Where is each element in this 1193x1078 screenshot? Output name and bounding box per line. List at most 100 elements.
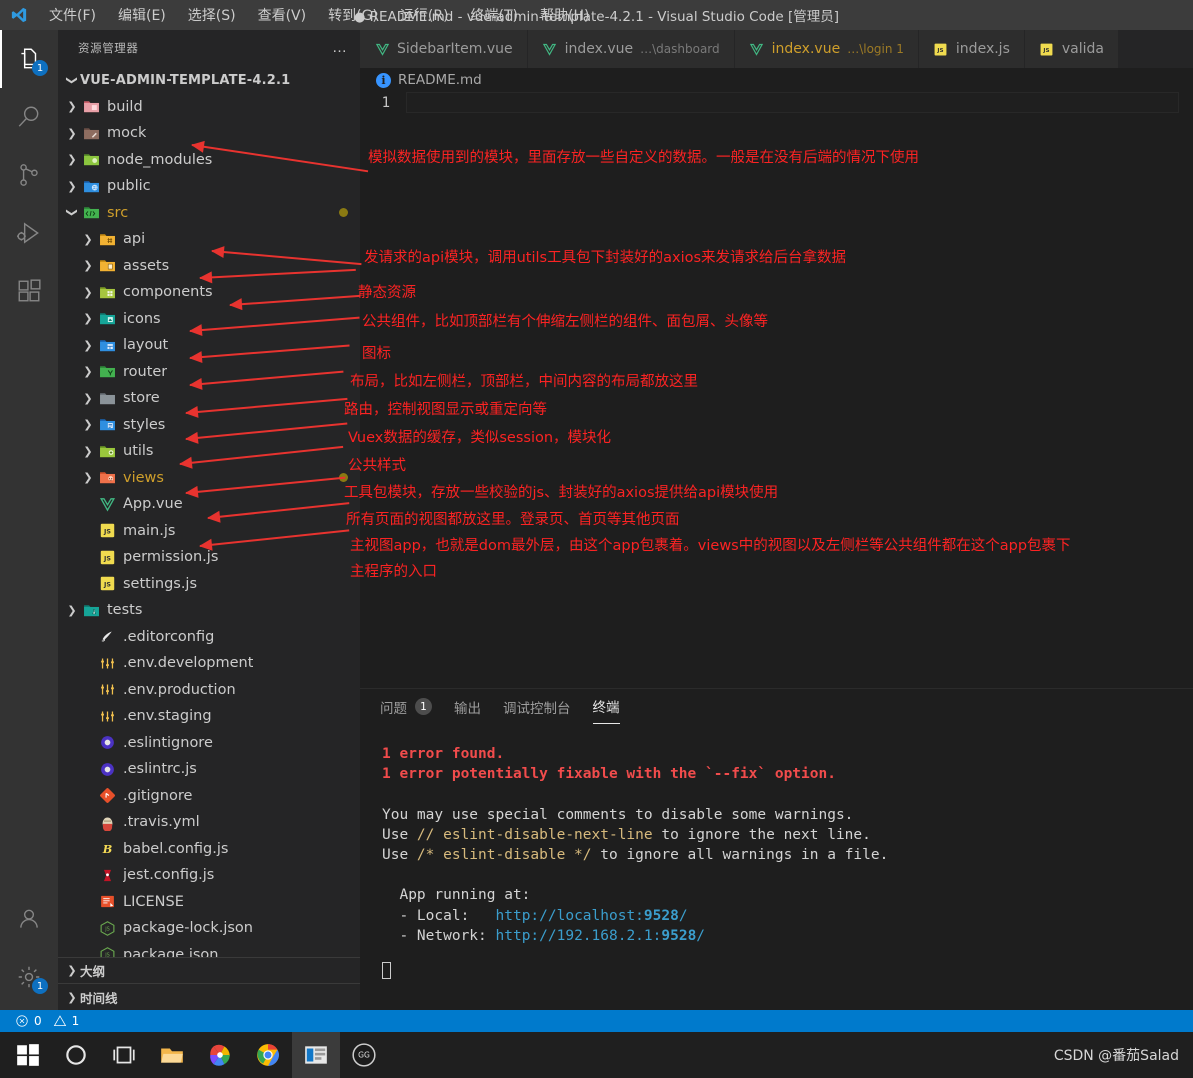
activity-source-control[interactable] [0, 146, 58, 204]
tree-folder-utils[interactable]: ❯ utils [58, 438, 360, 465]
tab-name: SidebarItem.vue [397, 41, 513, 57]
activity-accounts[interactable] [0, 890, 58, 948]
activity-run-debug[interactable] [0, 204, 58, 262]
tree-folder-components[interactable]: ❯ components [58, 279, 360, 306]
tree-item-label: assets [123, 257, 170, 274]
menu-file[interactable]: 文件(F) [38, 2, 107, 28]
csdn-watermark: CSDN @番茄Salad [1053, 1048, 1179, 1064]
chevron-right-icon: ❯ [67, 126, 77, 140]
tree-folder-public[interactable]: ❯ public [58, 173, 360, 200]
tree-file--env-production[interactable]: ❯.env.production [58, 677, 360, 704]
activity-extensions[interactable] [0, 262, 58, 320]
tree-folder-icons[interactable]: ❯ icons [58, 306, 360, 333]
status-problems[interactable]: 0 1 [10, 1014, 84, 1028]
menu-terminal[interactable]: 终端(T) [460, 2, 529, 28]
file-explorer-icon[interactable] [148, 1032, 196, 1078]
tree-file-package-lock-json[interactable]: ❯JSpackage-lock.json [58, 915, 360, 942]
menu-run[interactable]: 运行(R) [389, 2, 460, 28]
editor-tab-sidebaritem-vue-0[interactable]: SidebarItem.vue [360, 30, 528, 68]
tree-folder-store[interactable]: ❯ store [58, 385, 360, 412]
eslint-icon [96, 761, 118, 778]
folder-router-icon [96, 363, 118, 380]
tree-folder-assets[interactable]: ❯ assets [58, 253, 360, 280]
tree-folder-layout[interactable]: ❯ layout [58, 332, 360, 359]
breadcrumb[interactable]: i README.md [360, 68, 1193, 92]
tree-item-label: components [123, 284, 213, 301]
tree-folder-mock[interactable]: ❯ mock [58, 120, 360, 147]
file-tree[interactable]: ❯ VUE-ADMIN-TEMPLATE-4.2.1 ❯ build ❯ mock ❯ n… [58, 65, 360, 957]
editor-tab-index-vue-2[interactable]: index.vue …\login 1 [734, 30, 919, 68]
folder-assets-icon [96, 257, 118, 274]
tree-folder-build[interactable]: ❯ build [58, 94, 360, 121]
tree-file--env-staging[interactable]: ❯.env.staging [58, 703, 360, 730]
panel-tab-0[interactable]: 问题 1 [380, 689, 432, 724]
menu-bar[interactable]: 文件(F) 编辑(E) 选择(S) 查看(V) 转到(G) 运行(R) 终端(T… [38, 2, 600, 28]
tree-file-package-json[interactable]: ❯JSpackage.json [58, 942, 360, 957]
editorconfig-icon [96, 628, 118, 645]
panel-tab-2[interactable]: 调试控制台 [503, 689, 571, 724]
outline-section[interactable]: ❯ 大纲 [58, 956, 360, 984]
cortana-search-icon[interactable] [52, 1032, 100, 1078]
chrome-browser-icon[interactable] [244, 1032, 292, 1078]
menu-go[interactable]: 转到(G) [317, 2, 389, 28]
terminal-cursor[interactable] [382, 962, 1193, 982]
terminal-segment: to ignore all warnings in a file. [591, 847, 889, 864]
tree-file-permission-js[interactable]: ❯JSpermission.js [58, 544, 360, 571]
tree-file-jest-config-js[interactable]: ❯jest.config.js [58, 862, 360, 889]
tree-file--travis-yml[interactable]: ❯.travis.yml [58, 809, 360, 836]
tree-file-babel-config-js[interactable]: ❯Bbabel.config.js [58, 836, 360, 863]
gg-app-icon[interactable]: GG [340, 1032, 388, 1078]
chevron-right-icon: ❯ [67, 100, 77, 114]
menu-help[interactable]: 帮助(H) [529, 2, 600, 28]
chevron-right-icon: ❯ [67, 179, 77, 193]
vscode-window: 文件(F) 编辑(E) 选择(S) 查看(V) 转到(G) 运行(R) 终端(T… [0, 0, 1193, 1078]
folder-build-icon [80, 98, 102, 115]
tree-file-app-vue[interactable]: ❯App.vue [58, 491, 360, 518]
terminal-line: 1 error potentially fixable with the `--… [382, 764, 1193, 784]
tree-file-settings-js[interactable]: ❯JSsettings.js [58, 571, 360, 598]
menu-selection[interactable]: 选择(S) [177, 2, 247, 28]
editor-tab-index-js-3[interactable]: JS index.js [918, 30, 1025, 68]
tab-subpath: …\dashboard [640, 42, 720, 56]
activity-search[interactable] [0, 88, 58, 146]
explorer-more-icon[interactable]: … [332, 40, 348, 55]
vue-file-icon [542, 41, 558, 57]
task-view-icon[interactable] [100, 1032, 148, 1078]
tree-file-main-js[interactable]: ❯JSmain.js [58, 518, 360, 545]
chevron-right-icon: ❯ [83, 365, 93, 379]
tree-folder-tests[interactable]: ❯ tests [58, 597, 360, 624]
tree-root-folder[interactable]: ❯ VUE-ADMIN-TEMPLATE-4.2.1 [58, 67, 360, 94]
tree-file--eslintrc-js[interactable]: ❯.eslintrc.js [58, 756, 360, 783]
photos-app-icon[interactable] [196, 1032, 244, 1078]
tree-folder-styles[interactable]: ❯ styles [58, 412, 360, 439]
activity-settings[interactable]: 1 [0, 948, 58, 1006]
panel-tab-3[interactable]: 终端 [592, 689, 620, 724]
editor-tab-bar[interactable]: SidebarItem.vue index.vue …\dashboard index… [360, 30, 1193, 68]
tree-folder-api[interactable]: ❯ api [58, 226, 360, 253]
tree-file--gitignore[interactable]: ❯.gitignore [58, 783, 360, 810]
tree-folder-src[interactable]: ❯ src [58, 200, 360, 227]
vscode-app-icon[interactable] [292, 1032, 340, 1078]
start-button[interactable] [4, 1032, 52, 1078]
code-editor[interactable]: 1 [360, 92, 1193, 688]
panel-tab-label: 调试控制台 [503, 700, 571, 717]
editor-tab-index-vue-1[interactable]: index.vue …\dashboard [527, 30, 735, 68]
activity-explorer[interactable]: 1 [0, 30, 58, 88]
tree-folder-views[interactable]: ❯ views [58, 465, 360, 492]
panel-tab-bar[interactable]: 问题 1 输出 调试控制台 终端 [360, 689, 1193, 724]
timeline-section[interactable]: ❯ 时间线 [58, 983, 360, 1010]
menu-edit[interactable]: 编辑(E) [107, 2, 177, 28]
editor-tab-valida-4[interactable]: JS valida [1024, 30, 1119, 68]
menu-view[interactable]: 查看(V) [247, 2, 318, 28]
terminal-output[interactable]: 1 error found. 1 error potentially fixabl… [360, 724, 1193, 1010]
tree-file-license[interactable]: ❯LICENSE [58, 889, 360, 916]
folder-api-icon [96, 231, 118, 248]
tree-file--editorconfig[interactable]: ❯.editorconfig [58, 624, 360, 651]
status-bar: 0 1 [0, 1010, 1193, 1032]
tree-file--env-development[interactable]: ❯.env.development [58, 650, 360, 677]
tree-file--eslintignore[interactable]: ❯.eslintignore [58, 730, 360, 757]
env-icon [96, 708, 118, 725]
tree-folder-node-modules[interactable]: ❯ node_modules [58, 147, 360, 174]
tree-folder-router[interactable]: ❯ router [58, 359, 360, 386]
panel-tab-1[interactable]: 输出 [454, 689, 481, 724]
